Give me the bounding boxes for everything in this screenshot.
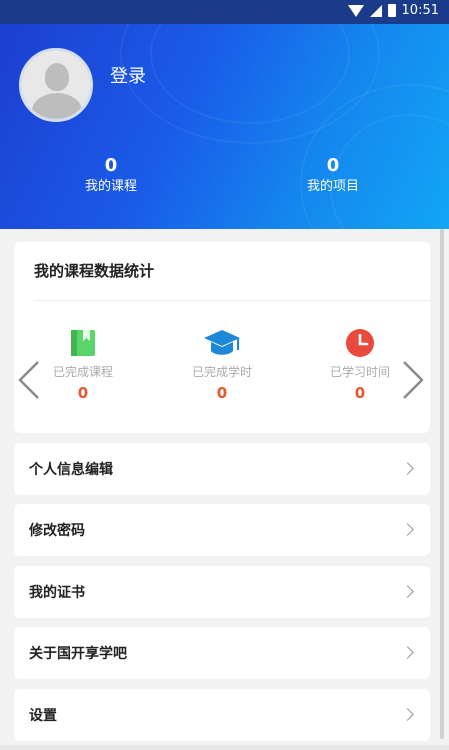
my-courses-count: 0 — [104, 155, 118, 176]
wifi-icon — [347, 4, 364, 17]
book-icon — [71, 330, 95, 356]
completed-hours-stat: 已完成学时 0 — [162, 327, 282, 402]
menu-item-label: 修改密码 — [29, 523, 85, 539]
completed-hours-label: 已完成学时 — [191, 365, 252, 379]
login-link[interactable]: 登录 — [110, 62, 146, 88]
graduation-cap-icon — [204, 330, 240, 355]
carousel-prev-arrow-icon[interactable] — [14, 360, 44, 400]
divider — [34, 300, 430, 301]
default-avatar-icon — [45, 63, 69, 91]
chevron-right-icon — [401, 523, 414, 536]
menu-item-certificates[interactable]: 我的证书 — [14, 566, 430, 618]
chevron-right-icon — [401, 708, 414, 721]
completed-hours-value: 0 — [216, 384, 228, 402]
avatar[interactable] — [19, 48, 93, 122]
chevron-right-icon — [401, 462, 414, 475]
menu-item-change-password[interactable]: 修改密码 — [14, 504, 430, 556]
carousel-next-arrow-icon[interactable] — [398, 360, 428, 400]
status-time: 10:51 — [401, 3, 439, 18]
course-stats-card: 我的课程数据统计 已完成课程 0 已完成学时 0 已学习时间 0 — [14, 242, 430, 433]
menu-item-label: 关于国开享学吧 — [29, 646, 127, 662]
menu-item-label: 我的证书 — [29, 585, 85, 601]
signal-icon — [369, 4, 382, 17]
menu-item-about[interactable]: 关于国开享学吧 — [14, 627, 430, 679]
profile-header: 登录 0 我的课程 0 我的项目 — [0, 24, 449, 229]
chevron-right-icon — [401, 646, 414, 659]
chevron-right-icon — [401, 585, 414, 598]
status-bar: 10:51 — [0, 0, 449, 24]
menu-item-label: 个人信息编辑 — [29, 462, 113, 478]
stats-card-title: 我的课程数据统计 — [34, 262, 155, 280]
menu-item-edit-profile[interactable]: 个人信息编辑 — [14, 443, 430, 495]
menu-item-label: 设置 — [29, 708, 57, 724]
scrollbar[interactable] — [440, 229, 444, 739]
my-projects-count: 0 — [326, 155, 340, 176]
my-projects-label: 我的项目 — [306, 179, 359, 194]
battery-icon — [387, 4, 396, 17]
menu-item-settings[interactable]: 设置 — [14, 689, 430, 741]
clock-icon — [346, 329, 374, 357]
my-courses-label: 我的课程 — [84, 179, 137, 194]
my-courses-stat[interactable]: 0 我的课程 — [51, 154, 171, 196]
my-projects-stat[interactable]: 0 我的项目 — [273, 154, 393, 196]
